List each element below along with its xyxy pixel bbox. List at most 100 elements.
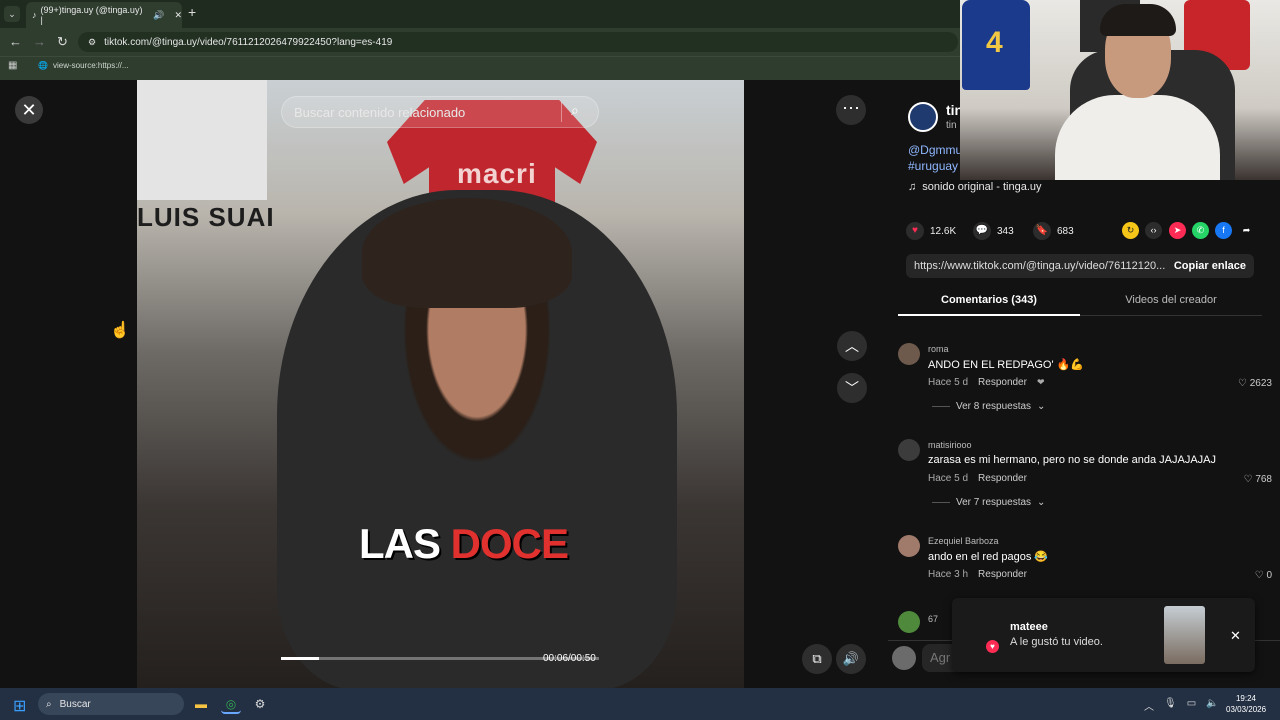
sound-link[interactable]: ♫ sonido original - tinga.uy: [908, 181, 1042, 193]
apps-grid-icon[interactable]: ▦: [8, 60, 17, 71]
comment-meta: Hace 3 h Responder: [928, 569, 1027, 580]
comment-text: zarasa es mi hermano, pero no se donde a…: [928, 454, 1216, 466]
video-player[interactable]: LUIS SUAI macri LAS DOCE: [137, 80, 744, 688]
comment-avatar[interactable]: [898, 343, 920, 365]
comment-count: 343: [997, 225, 1014, 237]
more-options-button[interactable]: ⋯: [836, 95, 866, 125]
taskbar-clock[interactable]: 19:24 03/03/2026: [1226, 693, 1266, 715]
url-text: tiktok.com/@tinga.uy/video/7611212026479…: [104, 36, 393, 48]
view-replies-button[interactable]: Ver 7 respuestas ⌄: [932, 497, 1045, 508]
tiktok-favicon-icon: ♪: [32, 10, 37, 20]
site-info-icon[interactable]: ⚙: [88, 37, 96, 48]
like-count: 12.6K: [930, 225, 957, 237]
video-progress-fill: [281, 657, 320, 660]
tab-audio-icon[interactable]: 🔊: [153, 10, 164, 21]
speaker-icon[interactable]: 🔈: [1206, 698, 1218, 713]
tab-comments[interactable]: Comentarios (343): [898, 288, 1080, 316]
mouse-cursor-icon: ☝: [110, 322, 130, 339]
creator-liked-icon: ❤: [1036, 377, 1045, 387]
taskbar-search[interactable]: ⌕ Buscar: [38, 693, 184, 715]
comment-time: Hace 3 h: [928, 569, 969, 580]
author-avatar[interactable]: [908, 102, 938, 132]
comment-avatar[interactable]: [898, 535, 920, 557]
share-link-box: https://www.tiktok.com/@tinga.uy/video/7…: [906, 254, 1254, 278]
tab-search-dropdown[interactable]: ⌄: [4, 6, 20, 22]
microphone-icon[interactable]: 🎙: [1164, 698, 1177, 713]
facebook-icon[interactable]: f: [1215, 222, 1232, 239]
browser-tab[interactable]: ♪ (99+)tinga.uy (@tinga.uy) | 🔊 ✕: [26, 2, 182, 28]
comment-like-count: 0: [1266, 570, 1272, 581]
poster-image: [137, 80, 267, 200]
previous-video-button[interactable]: ︿: [837, 331, 867, 361]
reload-icon[interactable]: ↻: [57, 34, 68, 50]
comment-avatar[interactable]: [898, 439, 920, 461]
windows-start-icon[interactable]: ⊞: [13, 696, 26, 716]
related-search-input[interactable]: Buscar contenido relacionado: [281, 96, 599, 128]
jersey-text: macri: [457, 158, 537, 189]
comment-like-button[interactable]: ♡ 0: [1212, 570, 1272, 581]
file-explorer-icon[interactable]: ▬: [191, 694, 211, 714]
volume-button[interactable]: 🔊: [836, 644, 866, 674]
close-icon[interactable]: ✕: [1230, 628, 1241, 644]
replies-divider: [932, 406, 950, 407]
replies-divider: [932, 502, 950, 503]
share-link-text[interactable]: https://www.tiktok.com/@tinga.uy/video/7…: [914, 260, 1165, 272]
clock-time: 19:24: [1235, 694, 1257, 703]
view-replies-button[interactable]: Ver 8 respuestas ⌄: [932, 401, 1045, 412]
search-icon: ⌕: [46, 698, 52, 710]
picture-in-picture-button[interactable]: ⧉: [802, 644, 832, 674]
new-tab-button[interactable]: +: [188, 4, 196, 20]
video-person-hair: [362, 198, 572, 308]
embed-icon[interactable]: ‹›: [1145, 222, 1162, 239]
like-button[interactable]: ♥ 12.6K: [906, 222, 956, 240]
comment-avatar[interactable]: [898, 611, 920, 633]
reply-button[interactable]: Responder: [978, 473, 1027, 484]
comment-like-button[interactable]: ♡ 2623: [1212, 378, 1272, 389]
whatsapp-icon[interactable]: ✆: [1192, 222, 1209, 239]
notification-thumbnail[interactable]: [1164, 606, 1205, 664]
close-video-button[interactable]: ✕: [15, 96, 43, 124]
current-user-avatar: [892, 646, 916, 670]
comment-text: ANDO EN EL REDPAGO' 🔥💪: [928, 359, 1085, 371]
bookmark-item[interactable]: 🌐 view-source:https://...: [38, 61, 129, 70]
heart-icon: ♥: [906, 222, 924, 240]
repost-icon[interactable]: ↻: [1122, 222, 1139, 239]
chrome-icon[interactable]: ◎: [221, 694, 241, 714]
comment-meta: Hace 5 d Responder: [928, 473, 1027, 484]
tab-creator-videos[interactable]: Videos del creador: [1080, 288, 1262, 316]
back-icon[interactable]: ←: [9, 34, 22, 49]
tab-close-icon[interactable]: ✕: [174, 10, 182, 21]
notification-toast[interactable]: [952, 598, 1255, 672]
address-bar[interactable]: ⚙ tiktok.com/@tinga.uy/video/76112120264…: [78, 32, 958, 52]
search-icon[interactable]: ⌕: [571, 102, 579, 119]
webcam-jersey-number: 4: [986, 26, 1003, 59]
comment-text: ando en el red pagos 😂: [928, 551, 1049, 563]
comment-time: Hace 5 d: [928, 377, 969, 388]
heart-outline-icon: ♡: [1243, 474, 1253, 485]
author-handle: tin: [946, 120, 957, 131]
save-button[interactable]: 🔖 683: [1033, 222, 1074, 240]
send-to-friends-icon[interactable]: ➤: [1169, 222, 1186, 239]
forward-icon[interactable]: →: [33, 34, 46, 49]
network-icon[interactable]: ▭: [1187, 698, 1196, 713]
heart-outline-icon: ♡: [1238, 378, 1247, 389]
reply-button[interactable]: Responder: [978, 377, 1027, 388]
comment-username[interactable]: 67: [928, 614, 938, 624]
view-replies-label: Ver 7 respuestas: [956, 497, 1032, 508]
chevron-down-icon: ⌄: [1037, 497, 1046, 508]
comment-username[interactable]: roma: [928, 344, 949, 354]
reply-button[interactable]: Responder: [978, 569, 1027, 580]
comment-username[interactable]: Ezequiel Barboza: [928, 536, 999, 546]
copy-link-button[interactable]: Copiar enlace: [1174, 260, 1246, 272]
comment-username[interactable]: matisiriooo: [928, 440, 972, 450]
app-icon[interactable]: ⚙: [250, 694, 270, 714]
comment-like-button[interactable]: ♡ 768: [1212, 474, 1272, 485]
comment-button[interactable]: 💬 343: [973, 222, 1014, 240]
chevron-up-icon[interactable]: ︿: [1144, 698, 1154, 713]
next-video-button[interactable]: ﹀: [837, 373, 867, 403]
description-mention[interactable]: @Dgmmu: [908, 143, 962, 157]
share-more-icon[interactable]: ➦: [1238, 222, 1255, 239]
description-hashtag[interactable]: #uruguay: [908, 159, 958, 173]
taskbar-search-label: Buscar: [59, 698, 91, 710]
comment-time: Hace 5 d: [928, 473, 969, 484]
